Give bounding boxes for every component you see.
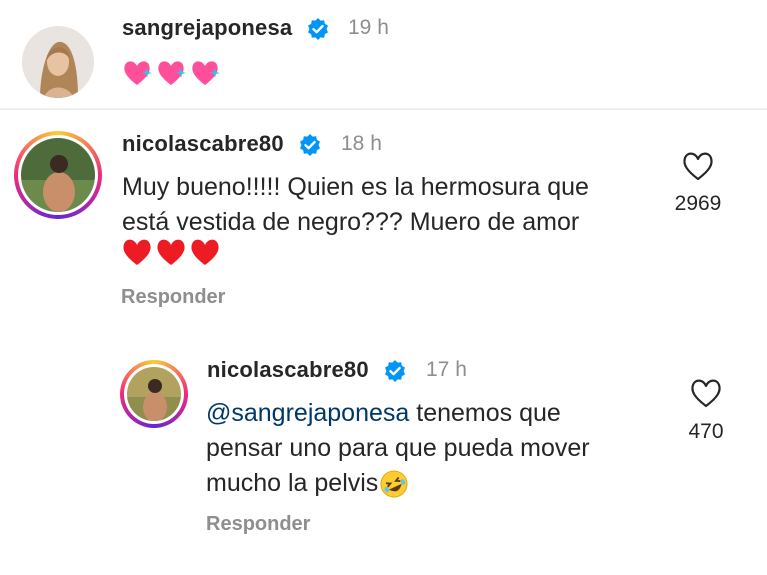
comment-username[interactable]: nicolascabre80 [122,131,284,157]
avatar-nicolascabre80[interactable] [14,131,102,219]
comment-text-line: pensar uno para que pueda mover [206,434,590,462]
verified-badge-icon [385,360,405,382]
comment-time: 19 h [348,16,389,39]
comment-text-line: Muy bueno!!!!! Quien es la hermosura que [122,173,589,201]
comment-text-line: @sangrejaponesa tenemos que [206,396,656,431]
like-heart-icon[interactable] [681,150,715,182]
reply-button[interactable]: Responder [121,286,225,309]
comments-panel: sangrejaponesa 19 h nicolascabre80 18 h … [0,0,767,575]
comment-time: 17 h [426,358,467,381]
red-heart-icon [123,239,151,265]
comment-username[interactable]: nicolascabre80 [207,357,369,383]
sparkling-heart-icon [124,61,152,85]
sparkling-heart-icon [192,61,220,85]
avatar-sangrejaponesa[interactable] [22,26,94,98]
avatar-nicolascabre80[interactable] [120,360,188,428]
comment-text: Muy bueno!!!!! Quien es la hermosura que… [122,170,662,240]
rolling-laughing-icon [380,470,408,497]
comment-text-line: mucho la pelvis [206,466,656,501]
comment-text-segment: mucho la pelvis [206,469,379,497]
like-count: 2969 [674,192,722,215]
divider [0,108,767,110]
red-heart-icon [191,239,219,265]
comment-time: 18 h [341,132,382,155]
red-heart-icon [157,239,185,265]
verified-badge-icon [300,134,320,156]
comment-username[interactable]: sangrejaponesa [122,15,292,41]
like-heart-icon[interactable] [689,377,723,409]
mention-link[interactable]: @sangrejaponesa [206,399,409,427]
comment-text-line: está vestida de negro??? Muero de amor [122,208,580,236]
like-count: 470 [688,420,724,443]
emoji-row [121,237,221,267]
reply-button[interactable]: Responder [206,513,310,536]
verified-badge-icon [308,18,328,40]
emoji-row [121,58,221,88]
comment-text-segment: tenemos que [409,399,561,427]
comment-text: @sangrejaponesa tenemos que pensar uno p… [206,396,656,501]
sparkling-heart-icon [158,61,186,85]
